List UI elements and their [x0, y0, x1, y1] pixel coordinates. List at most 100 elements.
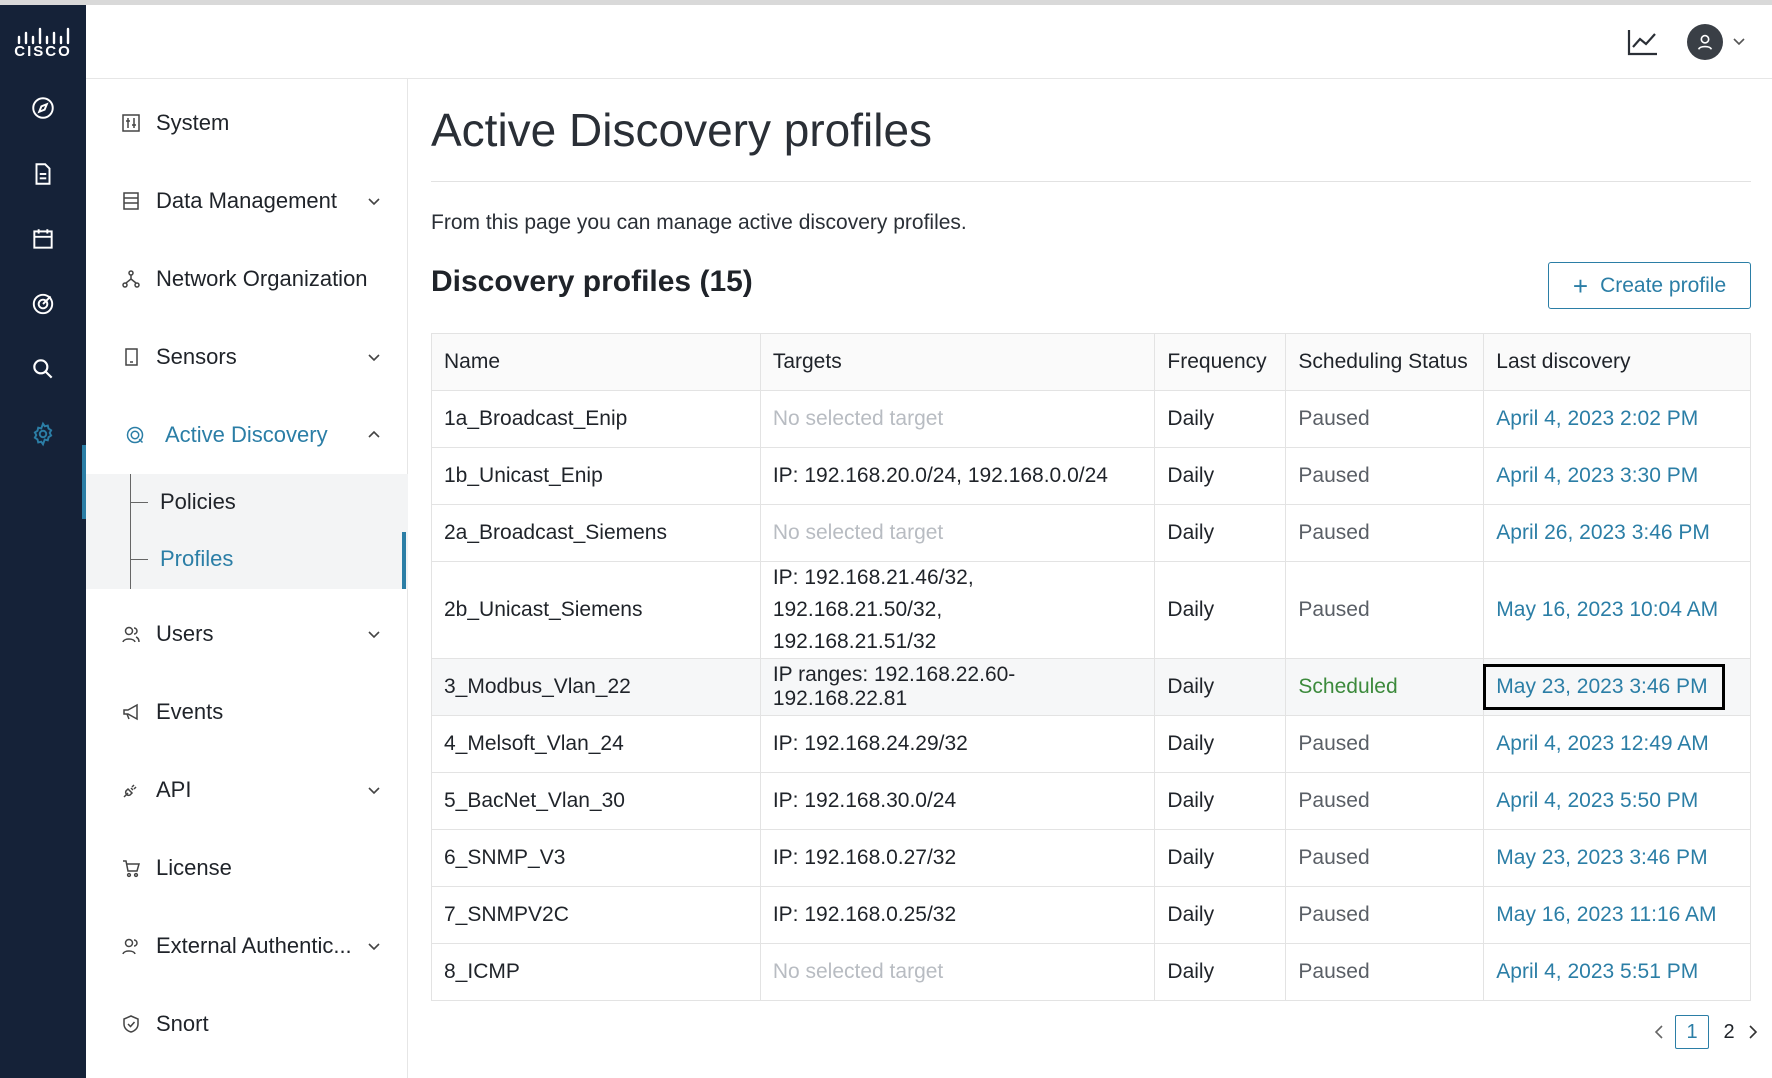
icon-rail: CISCO — [0, 5, 86, 1078]
column-header-name[interactable]: Name — [431, 333, 761, 391]
cell-last-discovery[interactable]: May 16, 2023 11:16 AM — [1483, 886, 1751, 944]
target-icon[interactable] — [24, 285, 62, 323]
table-row[interactable]: 1a_Broadcast_Enip No selected target Dai… — [431, 390, 1751, 448]
table-row[interactable]: 3_Modbus_Vlan_22 IP ranges: 192.168.22.6… — [431, 658, 1751, 716]
cell-status: Paused — [1285, 829, 1485, 887]
cell-status: Paused — [1285, 504, 1485, 562]
cell-name[interactable]: 2a_Broadcast_Siemens — [431, 504, 761, 562]
cell-frequency: Daily — [1154, 390, 1287, 448]
sidebar-item-external-authentication[interactable]: External Authentic... — [86, 916, 408, 976]
user-menu-chevron-down-icon[interactable] — [1731, 33, 1747, 49]
sidebar-item-users[interactable]: Users — [86, 604, 408, 664]
cell-frequency: Daily — [1154, 886, 1287, 944]
cell-name[interactable]: 7_SNMPV2C — [431, 886, 761, 944]
page-button-2[interactable]: 2 — [1719, 1015, 1739, 1049]
cisco-bars-icon — [17, 27, 70, 45]
submenu-item-policies[interactable]: Policies — [130, 477, 408, 527]
system-sliders-icon — [120, 112, 142, 134]
cell-name[interactable]: 5_BacNet_Vlan_30 — [431, 772, 761, 830]
cell-status: Scheduled — [1285, 658, 1485, 716]
cell-name[interactable]: 4_Melsoft_Vlan_24 — [431, 715, 761, 773]
column-header-frequency[interactable]: Frequency — [1154, 333, 1287, 391]
cell-name[interactable]: 3_Modbus_Vlan_22 — [431, 658, 761, 716]
cell-last-discovery[interactable]: April 26, 2023 3:46 PM — [1483, 504, 1751, 562]
submenu-active-indicator — [402, 532, 406, 589]
focused-last-discovery-link[interactable]: May 23, 2023 3:46 PM — [1483, 664, 1725, 710]
cisco-logo[interactable]: CISCO — [0, 5, 86, 79]
cell-last-discovery[interactable]: May 16, 2023 10:04 AM — [1483, 561, 1751, 659]
chevron-up-icon — [368, 430, 380, 438]
chevron-down-icon — [368, 354, 380, 362]
tree-branch — [130, 501, 148, 503]
table-row[interactable]: 8_ICMP No selected target Daily Paused A… — [431, 943, 1751, 1001]
cell-targets: IP: 192.168.20.0/24, 192.168.0.0/24 — [759, 447, 1156, 505]
cell-name[interactable]: 8_ICMP — [431, 943, 761, 1001]
sidebar-item-label: Events — [156, 699, 224, 724]
sidebar-item-label: Data Management — [156, 188, 337, 213]
sidebar-item-system[interactable]: System — [86, 93, 408, 153]
cell-name[interactable]: 1b_Unicast_Enip — [431, 447, 761, 505]
users-key-icon — [120, 935, 142, 957]
sidebar-item-snort[interactable]: Snort — [86, 994, 408, 1054]
table-row[interactable]: 7_SNMPV2C IP: 192.168.0.25/32 Daily Paus… — [431, 886, 1751, 944]
create-profile-button[interactable]: + Create profile — [1548, 262, 1751, 309]
page-button-1[interactable]: 1 — [1675, 1015, 1709, 1049]
sidebar-item-data-management[interactable]: Data Management — [86, 171, 408, 231]
table-row[interactable]: 4_Melsoft_Vlan_24 IP: 192.168.24.29/32 D… — [431, 715, 1751, 773]
user-avatar-icon[interactable] — [1687, 24, 1723, 60]
cell-targets: IP ranges: 192.168.22.60-192.168.22.81 — [759, 658, 1156, 716]
cell-name[interactable]: 1a_Broadcast_Enip — [431, 390, 761, 448]
plus-icon: + — [1572, 270, 1589, 301]
cart-icon — [120, 857, 142, 879]
column-header-last-discovery[interactable]: Last discovery — [1483, 333, 1751, 391]
tree-branch — [130, 558, 148, 560]
cell-last-discovery[interactable]: April 4, 2023 5:50 PM — [1483, 772, 1751, 830]
cell-status: Paused — [1285, 447, 1485, 505]
sidebar-item-events[interactable]: Events — [86, 682, 408, 742]
cell-targets-line: IP: 192.168.21.46/32, 192.168.21.50/32, — [772, 566, 974, 621]
submenu-item-label: Policies — [160, 489, 236, 514]
chart-line-icon[interactable] — [1626, 27, 1660, 57]
users-icon — [120, 623, 142, 645]
cell-last-discovery[interactable]: May 23, 2023 3:46 PM — [1483, 658, 1751, 716]
sidebar-item-network-organization[interactable]: Network Organization — [86, 249, 408, 309]
submenu-item-profiles[interactable]: Profiles — [130, 534, 408, 584]
profiles-table: Name Targets Frequency Scheduling Status… — [431, 333, 1751, 1001]
cell-last-discovery[interactable]: April 4, 2023 2:02 PM — [1483, 390, 1751, 448]
cell-status: Paused — [1285, 715, 1485, 773]
reports-document-icon[interactable] — [24, 155, 62, 193]
prev-page-chevron-left-icon[interactable] — [1651, 1015, 1667, 1049]
cell-frequency: Daily — [1154, 447, 1287, 505]
table-row[interactable]: 2b_Unicast_Siemens IP: 192.168.21.46/32,… — [431, 561, 1751, 659]
table-row[interactable]: 6_SNMP_V3 IP: 192.168.0.27/32 Daily Paus… — [431, 829, 1751, 887]
table-row[interactable]: 1b_Unicast_Enip IP: 192.168.20.0/24, 192… — [431, 447, 1751, 505]
search-icon[interactable] — [24, 350, 62, 388]
table-row[interactable]: 2a_Broadcast_Siemens No selected target … — [431, 504, 1751, 562]
cell-status: Paused — [1285, 943, 1485, 1001]
column-header-targets[interactable]: Targets — [759, 333, 1156, 391]
network-nodes-icon — [120, 268, 142, 290]
cell-last-discovery[interactable]: May 23, 2023 3:46 PM — [1483, 829, 1751, 887]
cell-name[interactable]: 6_SNMP_V3 — [431, 829, 761, 887]
cell-last-discovery[interactable]: April 4, 2023 3:30 PM — [1483, 447, 1751, 505]
column-header-scheduling-status[interactable]: Scheduling Status — [1285, 333, 1485, 391]
sidebar-item-active-discovery[interactable]: Active Discovery — [86, 405, 408, 465]
settings-gear-icon[interactable] — [24, 415, 62, 453]
sidebar-item-api[interactable]: API — [86, 760, 408, 820]
explore-compass-icon[interactable] — [24, 89, 62, 127]
section-title: Discovery profiles (15) — [431, 265, 753, 298]
pagination: 1 2 — [1611, 1015, 1758, 1049]
page-description: From this page you can manage active dis… — [431, 211, 967, 234]
cell-last-discovery[interactable]: April 4, 2023 5:51 PM — [1483, 943, 1751, 1001]
cell-targets: IP: 192.168.0.27/32 — [759, 829, 1156, 887]
active-discovery-submenu: Policies Profiles — [86, 474, 408, 589]
table-header-row: Name Targets Frequency Scheduling Status… — [431, 333, 1751, 391]
calendar-icon[interactable] — [24, 220, 62, 258]
cell-last-discovery[interactable]: April 4, 2023 12:49 AM — [1483, 715, 1751, 773]
cell-name[interactable]: 2b_Unicast_Siemens — [431, 561, 761, 659]
sidebar-item-label: License — [156, 855, 232, 880]
sidebar-item-license[interactable]: License — [86, 838, 408, 898]
sidebar-item-sensors[interactable]: Sensors — [86, 327, 408, 387]
table-row[interactable]: 5_BacNet_Vlan_30 IP: 192.168.30.0/24 Dai… — [431, 772, 1751, 830]
next-page-chevron-right-icon[interactable] — [1745, 1015, 1761, 1049]
